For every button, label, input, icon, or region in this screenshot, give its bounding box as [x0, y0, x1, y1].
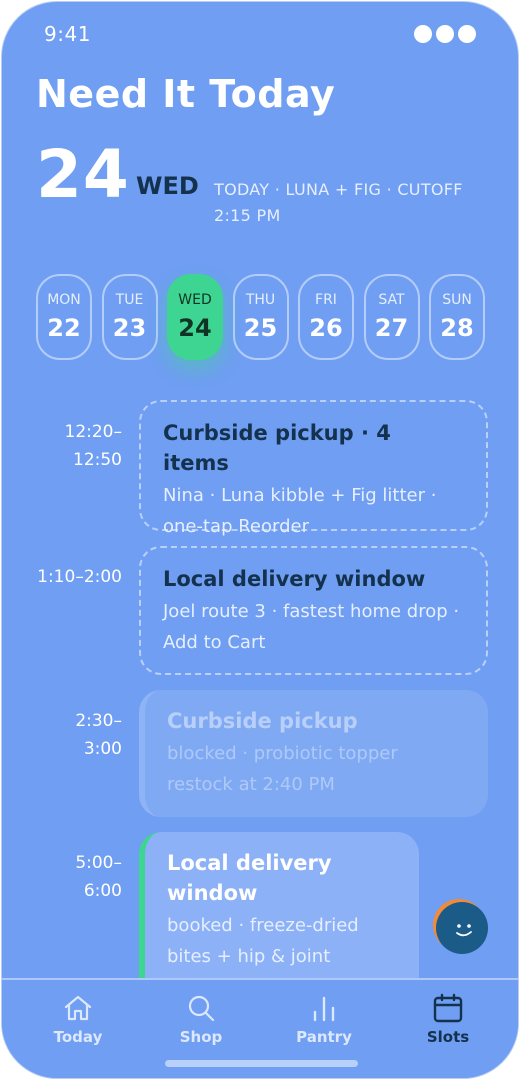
status-dot-icon — [436, 25, 454, 43]
slot-title: Local delivery window — [167, 851, 332, 905]
date-pill-sat[interactable]: SAT 27 — [363, 274, 420, 360]
smile-face-icon — [456, 924, 472, 937]
cutoff-meta: TODAY · LUNA + FIG · CUTOFF 2:15 PM — [214, 180, 463, 225]
day-number: 24 — [36, 136, 130, 213]
tab-pantry[interactable]: Pantry — [279, 992, 369, 1046]
date-pill-thu[interactable]: THU 25 — [232, 274, 289, 360]
slot-card-blocked: Curbside pickup blocked · probiotic topp… — [139, 690, 488, 817]
slot-detail: blocked · probiotic topper restock at 2:… — [167, 743, 398, 795]
date-pill-sun[interactable]: SUN 28 — [429, 274, 485, 360]
bar-chart-icon — [313, 996, 335, 1022]
date-num: 23 — [112, 314, 147, 342]
tab-shop[interactable]: Shop — [156, 992, 246, 1046]
date-num: 27 — [374, 314, 409, 342]
slot-detail: Joel route 3 · fastest home drop · Add t… — [163, 601, 460, 653]
search-icon — [188, 995, 215, 1022]
date-dow: SAT — [378, 292, 405, 308]
tab-label: Today — [53, 1028, 103, 1046]
date-pill-fri[interactable]: FRI 26 — [298, 274, 354, 360]
slot-card-curbside[interactable]: Curbside pickup · 4 items Nina · Luna ki… — [139, 400, 488, 537]
date-strip: MON 22 TUE 23 WED 24 THU 25 FRI 26 SAT 2… — [36, 274, 485, 360]
home-indicator[interactable] — [165, 1060, 358, 1067]
date-num: 25 — [243, 314, 278, 342]
phone-frame: 9:41 Need It Today 24 WED TODAY · LUNA +… — [1, 1, 519, 1079]
date-pill-tue[interactable]: TUE 23 — [101, 274, 158, 360]
slot-detail: Nina · Luna kibble + Fig litter · one-ta… — [163, 485, 437, 537]
page-title: Need It Today — [36, 72, 336, 116]
date-num: 26 — [309, 314, 343, 342]
calendar-icon — [433, 993, 463, 1023]
tab-label: Shop — [179, 1028, 223, 1046]
date-num: 24 — [178, 314, 212, 342]
slot-time: 5:00– 6:00 — [75, 853, 122, 901]
weekday-label: WED — [136, 172, 199, 200]
date-dow: THU — [245, 292, 276, 308]
tab-label: Slots — [426, 1028, 470, 1046]
slot-time: 1:10–2:00 — [37, 567, 122, 587]
slot-time: 12:20– 12:50 — [64, 422, 123, 470]
tab-slots[interactable]: Slots — [403, 992, 493, 1046]
date-dow: SUN — [442, 292, 472, 308]
slot-title: Curbside pickup — [167, 709, 358, 733]
date-num: 22 — [47, 314, 81, 342]
status-icons — [414, 25, 476, 43]
date-pill-wed[interactable]: WED 24 — [167, 274, 223, 360]
slot-title: Curbside pickup · 4 items — [163, 421, 391, 475]
status-dot-icon — [414, 25, 432, 43]
date-num: 28 — [440, 314, 474, 342]
date-pill-mon[interactable]: MON 22 — [36, 274, 92, 360]
status-time: 9:41 — [44, 22, 91, 46]
slot-card-delivery[interactable]: Local delivery window Joel route 3 · fas… — [139, 546, 488, 675]
date-dow: WED — [178, 292, 212, 308]
slot-detail: booked · freeze-dried bites + hip & join… — [167, 915, 359, 967]
date-dow: FRI — [315, 292, 337, 308]
date-dow: MON — [47, 292, 81, 308]
slot-time: 2:30– 3:00 — [75, 711, 122, 759]
home-icon — [64, 995, 92, 1021]
date-dow: TUE — [115, 292, 144, 308]
status-dot-icon — [458, 25, 476, 43]
tab-today[interactable]: Today — [33, 992, 123, 1046]
slot-title: Local delivery window — [163, 567, 426, 591]
tab-label: Pantry — [296, 1028, 352, 1046]
assistant-avatar[interactable] — [436, 902, 488, 954]
